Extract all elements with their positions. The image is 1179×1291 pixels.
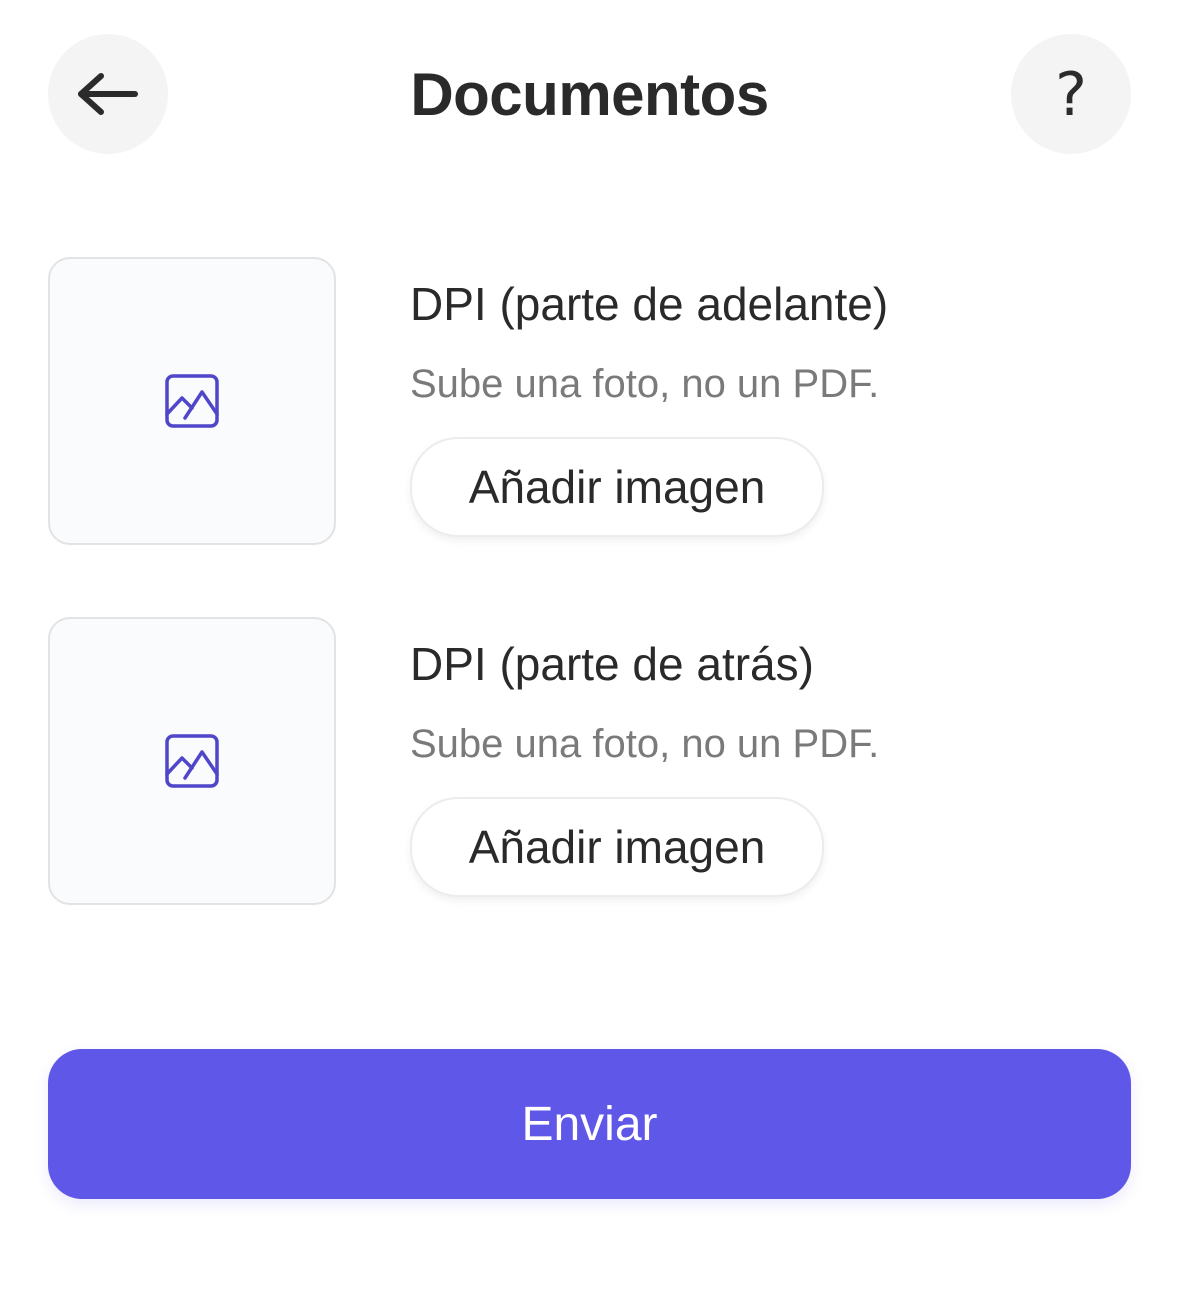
document-thumbnail-front[interactable] xyxy=(48,257,336,545)
document-thumbnail-back[interactable] xyxy=(48,617,336,905)
image-icon xyxy=(165,734,219,788)
question-mark-icon: ? xyxy=(1055,60,1087,130)
documents-screen: Documentos ? DPI (parte de adelante) Sub… xyxy=(0,0,1179,1291)
document-title: DPI (parte de adelante) xyxy=(410,278,889,330)
add-image-button-front[interactable]: Añadir imagen xyxy=(410,437,824,537)
submit-button[interactable]: Enviar xyxy=(48,1049,1131,1199)
document-item-back: DPI (parte de atrás) Sube una foto, no u… xyxy=(48,617,1131,905)
image-icon xyxy=(165,374,219,428)
document-item-front: DPI (parte de adelante) Sube una foto, n… xyxy=(48,257,1131,545)
document-title: DPI (parte de atrás) xyxy=(410,638,814,690)
help-button[interactable]: ? xyxy=(1011,34,1131,154)
document-subtitle: Sube una foto, no un PDF. xyxy=(410,722,880,766)
page-title: Documentos xyxy=(410,61,769,128)
document-subtitle: Sube una foto, no un PDF. xyxy=(410,362,880,406)
add-image-button-back[interactable]: Añadir imagen xyxy=(410,797,824,897)
